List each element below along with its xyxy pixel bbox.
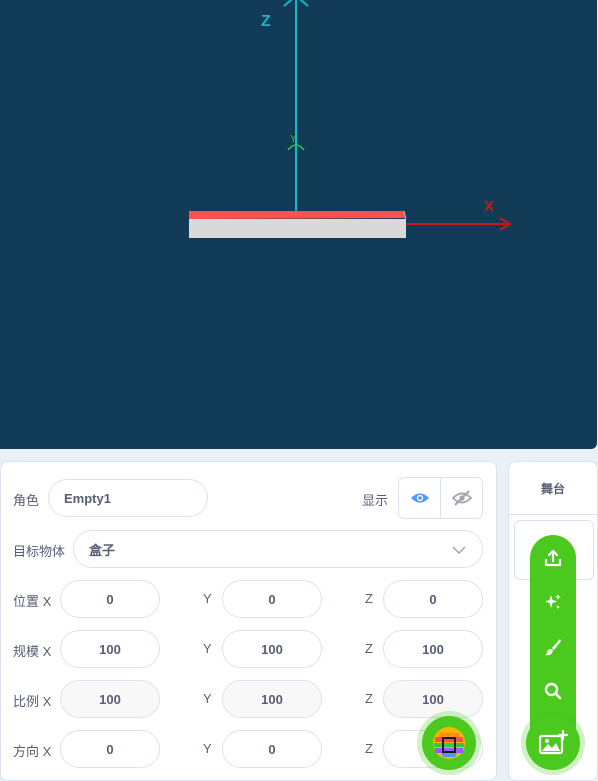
direction-y-value: 0 (268, 741, 276, 757)
y-axis-label: Y (290, 134, 297, 145)
paintbrush-icon (545, 639, 561, 656)
position-y-label: Y (203, 591, 212, 606)
x-axis-label: X (484, 198, 494, 215)
surprise-backdrop-button[interactable] (530, 587, 576, 617)
position-x-field[interactable]: 0 (60, 580, 160, 618)
choose-backdrop-button[interactable] (530, 676, 576, 706)
image-plus-icon (538, 730, 568, 755)
scene-svg: Z Y X (189, 0, 512, 238)
chevron-down-icon (452, 546, 466, 555)
position-label: 位置 X (13, 594, 52, 609)
upload-icon (544, 549, 562, 567)
direction-label: 方向 X (13, 744, 52, 759)
search-icon (544, 682, 562, 700)
ratio-y-value: 100 (261, 691, 283, 707)
sprite-name-field[interactable]: Empty1 (48, 479, 208, 517)
stage-divider (509, 514, 597, 515)
z-axis-label: Z (261, 13, 271, 30)
sparkles-icon (545, 594, 561, 609)
scale-y-label: Y (203, 641, 212, 656)
position-y-value: 0 (268, 591, 276, 607)
ratio-z-value: 100 (422, 691, 444, 707)
show-button[interactable] (399, 478, 440, 518)
position-z-label: Z (365, 591, 373, 606)
position-x-value: 0 (106, 591, 114, 607)
ratio-y-label: Y (203, 691, 212, 706)
paint-backdrop-button[interactable] (530, 632, 576, 662)
ratio-y-field[interactable]: 100 (222, 680, 322, 718)
choose-backdrop-main-button[interactable] (526, 716, 580, 770)
ratio-label: 比例 X (13, 694, 52, 709)
sprite-name-value: Empty1 (64, 490, 111, 506)
direction-x-field[interactable]: 0 (60, 730, 160, 768)
scale-z-value: 100 (422, 641, 444, 657)
direction-z-label: Z (365, 741, 373, 756)
box-top-face (189, 211, 406, 219)
target-object-select[interactable]: 盒子 (73, 530, 483, 568)
scale-x-field[interactable]: 100 (60, 630, 160, 668)
hide-button[interactable] (440, 478, 482, 518)
ratio-z-field[interactable]: 100 (383, 680, 483, 718)
stage-title: 舞台 (540, 482, 565, 496)
scale-z-field[interactable]: 100 (383, 630, 483, 668)
direction-y-field[interactable]: 0 (222, 730, 322, 768)
visibility-toggle (398, 477, 483, 519)
show-label: 显示 (362, 493, 389, 508)
target-object-value: 盒子 (89, 542, 116, 558)
ratio-z-label: Z (365, 691, 373, 706)
ratio-x-value: 100 (99, 691, 121, 707)
scale-z-label: Z (365, 641, 373, 656)
sprite-properties-panel: 角色 Empty1 显示 目标物体 盒子 位置 X 0 Y 0 Z 0 规模 X… (0, 461, 497, 781)
scale-y-field[interactable]: 100 (222, 630, 322, 668)
ratio-x-field[interactable]: 100 (60, 680, 160, 718)
upload-backdrop-button[interactable] (530, 543, 576, 573)
eye-icon (410, 493, 429, 503)
scale-label: 规模 X (13, 644, 52, 659)
sprite-label: 角色 (13, 493, 40, 508)
position-y-field[interactable]: 0 (222, 580, 322, 618)
eye-slash-icon (451, 490, 472, 506)
scale-y-value: 100 (261, 641, 283, 657)
add-extension-button[interactable] (422, 716, 476, 770)
position-z-value: 0 (429, 591, 437, 607)
stage-viewport[interactable]: Z Y X (0, 0, 597, 449)
target-label: 目标物体 (13, 544, 66, 559)
position-z-field[interactable]: 0 (383, 580, 483, 618)
direction-x-value: 0 (106, 741, 114, 757)
direction-y-label: Y (203, 741, 212, 756)
extension-icon (433, 727, 465, 759)
scale-x-value: 100 (99, 641, 121, 657)
box-front-face (189, 219, 406, 238)
